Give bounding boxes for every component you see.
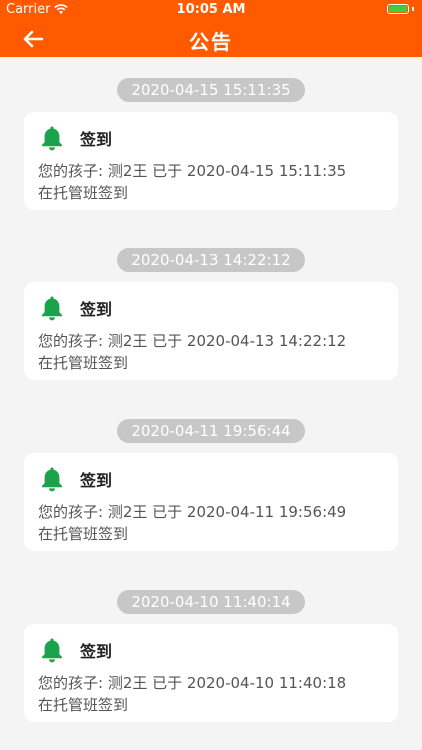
- bell-icon: [42, 467, 62, 492]
- notice-card[interactable]: 签到 您的孩子: 测2王 已于 2020-04-13 14:22:12 在托管班…: [24, 282, 398, 380]
- bell-icon: [42, 126, 62, 151]
- timestamp-pill: 2020-04-13 14:22:12: [117, 248, 305, 272]
- card-body-line-2: 在托管班签到: [38, 354, 129, 372]
- card-header: 签到: [38, 124, 112, 152]
- card-title: 签到: [80, 642, 113, 661]
- timestamp-pill: 2020-04-11 19:56:44: [117, 419, 305, 443]
- card-body-line-2: 在托管班签到: [38, 525, 129, 543]
- timestamp-row: 2020-04-10 11:40:14: [0, 590, 422, 614]
- notice-card[interactable]: 签到 您的孩子: 测2王 已于 2020-04-11 19:56:49 在托管班…: [24, 453, 398, 551]
- battery-icon: [387, 4, 409, 14]
- timestamp-row: 2020-04-13 14:22:12: [0, 248, 422, 272]
- card-body-line-1: 您的孩子: 测2王 已于 2020-04-11 19:56:49: [38, 503, 347, 521]
- card-body-line-2: 在托管班签到: [38, 696, 129, 714]
- timestamp-pill: 2020-04-15 15:11:35: [117, 78, 305, 102]
- notice-entry: 2020-04-11 19:56:44 签到 您的孩子: 测2王 已于 2020…: [0, 398, 422, 568]
- notice-entry: 2020-04-13 14:22:12 签到 您的孩子: 测2王 已于 2020…: [0, 227, 422, 397]
- card-header: 签到: [38, 294, 112, 322]
- card-title: 签到: [80, 130, 113, 149]
- bell-icon: [42, 296, 62, 321]
- nav-bar: 公告: [0, 20, 422, 57]
- card-body-line-1: 您的孩子: 测2王 已于 2020-04-10 11:40:18: [38, 674, 347, 692]
- card-header: 签到: [38, 636, 112, 664]
- timestamp-row: 2020-04-11 19:56:44: [0, 419, 422, 443]
- card-body: 您的孩子: 测2王 已于 2020-04-11 19:56:49 在托管班签到: [38, 501, 390, 545]
- card-body-line-1: 您的孩子: 测2王 已于 2020-04-15 15:11:35: [38, 162, 347, 180]
- timestamp-pill: 2020-04-10 11:40:14: [117, 590, 305, 614]
- card-body-line-1: 您的孩子: 测2王 已于 2020-04-13 14:22:12: [38, 332, 347, 350]
- battery-group: [387, 4, 414, 14]
- notice-card[interactable]: 签到 您的孩子: 测2王 已于 2020-04-10 11:40:18 在托管班…: [24, 624, 398, 722]
- card-title: 签到: [80, 471, 113, 490]
- status-bar: Carrier 10:05 AM: [0, 0, 422, 20]
- battery-level: [389, 6, 407, 12]
- status-time: 10:05 AM: [176, 2, 246, 17]
- card-body: 您的孩子: 测2王 已于 2020-04-10 11:40:18 在托管班签到: [38, 672, 390, 716]
- notice-card[interactable]: 签到 您的孩子: 测2王 已于 2020-04-15 15:11:35 在托管班…: [24, 112, 398, 210]
- card-title: 签到: [80, 300, 113, 319]
- card-body: 您的孩子: 测2王 已于 2020-04-15 15:11:35 在托管班签到: [38, 160, 390, 204]
- card-header: 签到: [38, 465, 112, 493]
- card-body: 您的孩子: 测2王 已于 2020-04-13 14:22:12 在托管班签到: [38, 330, 390, 374]
- card-body-line-2: 在托管班签到: [38, 184, 129, 202]
- bell-icon: [42, 638, 62, 663]
- page-title: 公告: [189, 30, 233, 54]
- timestamp-row: 2020-04-15 15:11:35: [0, 78, 422, 102]
- notice-entry: 2020-04-10 11:40:14 签到 您的孩子: 测2王 已于 2020…: [0, 569, 422, 739]
- notice-entry: 2020-04-15 15:11:35 签到 您的孩子: 测2王 已于 2020…: [0, 57, 422, 227]
- battery-tip: [412, 7, 414, 11]
